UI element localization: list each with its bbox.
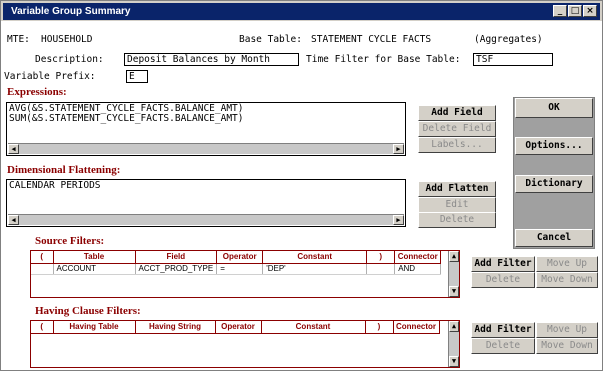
expressions-title: Expressions: (7, 86, 67, 98)
table-row[interactable]: ACCOUNT ACCT_PROD_TYPE = 'DEP' AND (31, 263, 442, 275)
having-filters-grid[interactable]: ( Having Table Having String Operator Co… (30, 320, 460, 368)
add-flatten-button[interactable]: Add Flatten (418, 181, 496, 197)
expression-line: SUM(&S.STATEMENT_CYCLE_FACTS.BALANCE_AMT… (9, 113, 244, 124)
column-header: ) (365, 321, 394, 334)
add-field-button[interactable]: Add Field (418, 105, 496, 121)
source-move-down-button[interactable]: Move Down (536, 272, 598, 288)
delete-field-button[interactable]: Delete Field (418, 121, 496, 137)
right-button-panel (513, 97, 595, 249)
table-cell[interactable]: = (216, 263, 264, 275)
source-filters-header-row: ( Table Field Operator Constant ) Connec… (31, 251, 442, 264)
title-bar: Variable Group Summary _ □ × (3, 3, 600, 20)
column-header: Field (135, 251, 218, 264)
column-header: ( (31, 251, 54, 264)
having-move-down-button[interactable]: Move Down (536, 338, 598, 354)
flattening-title: Dimensional Flattening: (7, 164, 121, 176)
source-filters-title: Source Filters: (35, 235, 105, 247)
maximize-button[interactable]: □ (568, 5, 582, 17)
cancel-button[interactable]: Cancel (515, 229, 593, 247)
mte-value: HOUSEHOLD (41, 34, 93, 45)
having-filters-vscrollbar[interactable]: ▲ ▼ (448, 321, 459, 367)
flattening-text: CALENDAR PERIODS (9, 180, 101, 191)
column-header: Connector (393, 321, 440, 334)
edit-flatten-button[interactable]: Edit (418, 197, 496, 213)
scroll-down-arrow-icon[interactable]: ▼ (449, 356, 459, 367)
scroll-up-arrow-icon[interactable]: ▲ (449, 321, 459, 332)
window-title: Variable Group Summary (11, 6, 131, 17)
source-move-up-button[interactable]: Move Up (536, 256, 598, 272)
having-add-filter-button[interactable]: Add Filter (471, 322, 535, 338)
column-header: Having String (135, 321, 216, 334)
column-header: Constant (261, 321, 366, 334)
scroll-right-arrow-icon[interactable]: ▶ (393, 215, 404, 225)
dictionary-button[interactable]: Dictionary (515, 175, 593, 193)
aggregates-label: (Aggregates) (474, 34, 543, 45)
close-button[interactable]: × (583, 5, 597, 17)
having-delete-button[interactable]: Delete (471, 338, 535, 354)
dialog-body: MTE: HOUSEHOLD Base Table: STATEMENT CYC… (1, 21, 602, 370)
source-filters-table: ( Table Field Operator Constant ) Connec… (31, 251, 442, 275)
column-header: Table (53, 251, 136, 264)
delete-flatten-button[interactable]: Delete (418, 212, 496, 228)
column-header: Connector (394, 251, 442, 264)
scroll-up-arrow-icon[interactable]: ▲ (449, 251, 459, 262)
expressions-text: AVG(&S.STATEMENT_CYCLE_FACTS.BALANCE_AMT… (9, 104, 244, 124)
source-delete-button[interactable]: Delete (471, 272, 535, 288)
scroll-down-arrow-icon[interactable]: ▼ (449, 286, 459, 297)
table-cell[interactable]: ACCOUNT (53, 263, 136, 275)
having-filters-title: Having Clause Filters: (35, 305, 141, 317)
minimize-button[interactable]: _ (553, 5, 567, 17)
mte-label: MTE: (7, 34, 30, 45)
variable-prefix-field[interactable]: E (126, 70, 148, 83)
table-cell[interactable]: ACCT_PROD_TYPE (135, 263, 218, 275)
table-cell[interactable]: AND (394, 263, 442, 275)
column-header: Operator (215, 321, 262, 334)
options-button[interactable]: Options... (515, 137, 593, 155)
expressions-hscrollbar[interactable]: ◀ ▶ (8, 143, 404, 154)
column-header: Constant (262, 251, 368, 264)
expressions-textbox[interactable]: AVG(&S.STATEMENT_CYCLE_FACTS.BALANCE_AMT… (6, 102, 406, 156)
description-field[interactable]: Deposit Balances by Month (124, 53, 299, 66)
description-label: Description: (35, 54, 104, 65)
labels-button[interactable]: Labels... (418, 137, 496, 153)
column-header: ) (366, 251, 396, 264)
source-filters-vscrollbar[interactable]: ▲ ▼ (448, 251, 459, 297)
flattening-textbox[interactable]: CALENDAR PERIODS ◀ ▶ (6, 179, 406, 227)
scroll-right-arrow-icon[interactable]: ▶ (393, 144, 404, 154)
source-filters-grid[interactable]: ( Table Field Operator Constant ) Connec… (30, 250, 460, 298)
having-filters-header-row: ( Having Table Having String Operator Co… (31, 321, 440, 334)
column-header: Operator (216, 251, 264, 264)
ok-button[interactable]: OK (515, 98, 593, 118)
base-table-label: Base Table: (239, 34, 302, 45)
time-filter-field[interactable]: TSF (473, 53, 553, 66)
having-move-up-button[interactable]: Move Up (536, 322, 598, 338)
table-cell[interactable] (31, 263, 54, 275)
column-header: ( (31, 321, 54, 334)
table-cell[interactable]: 'DEP' (262, 263, 368, 275)
scroll-left-arrow-icon[interactable]: ◀ (8, 215, 19, 225)
variable-prefix-label: Variable Prefix: (4, 71, 96, 82)
source-add-filter-button[interactable]: Add Filter (471, 256, 535, 272)
time-filter-label: Time Filter for Base Table: (306, 54, 461, 65)
variable-group-summary-window: Variable Group Summary _ □ × MTE: HOUSEH… (0, 0, 603, 371)
flattening-hscrollbar[interactable]: ◀ ▶ (8, 214, 404, 225)
base-table-value: STATEMENT CYCLE FACTS (311, 34, 432, 45)
column-header: Having Table (53, 321, 136, 334)
scroll-left-arrow-icon[interactable]: ◀ (8, 144, 19, 154)
table-cell[interactable] (366, 263, 396, 275)
having-filters-table: ( Having Table Having String Operator Co… (31, 321, 440, 334)
